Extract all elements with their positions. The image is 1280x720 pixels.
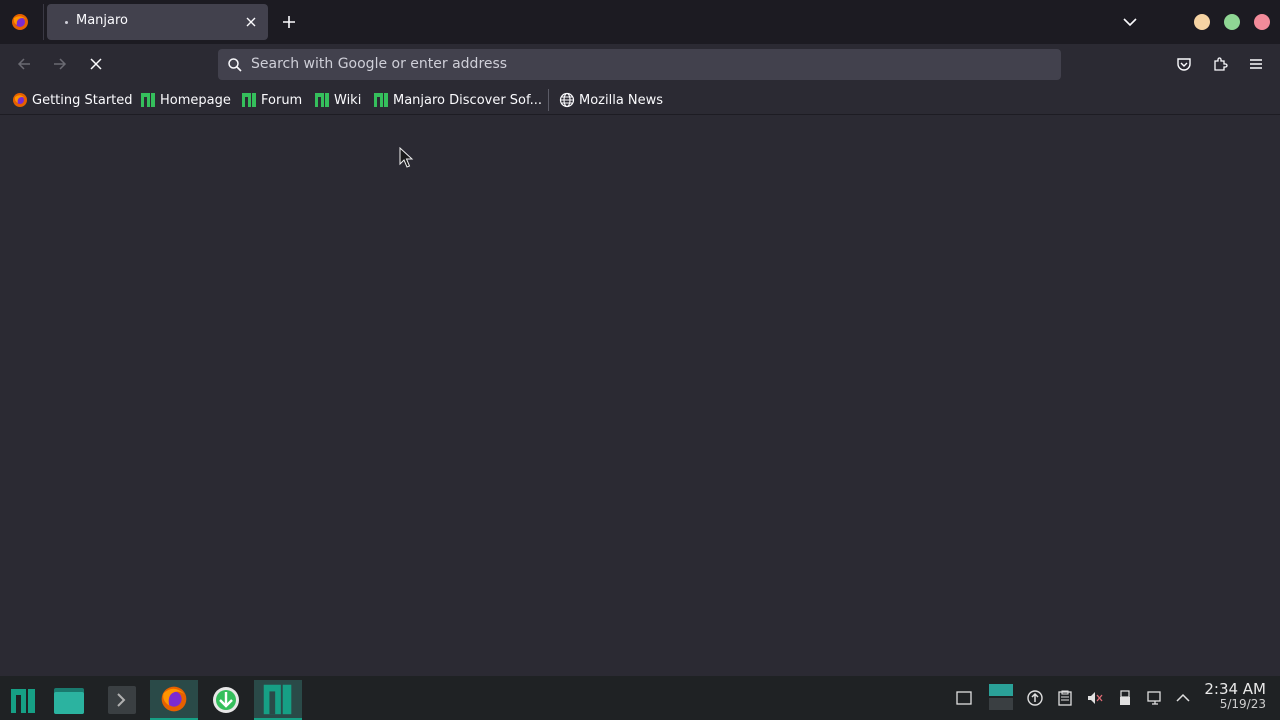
bookmark-label: Forum (261, 92, 303, 108)
terminal-icon[interactable] (98, 680, 146, 720)
stop-loading-icon[interactable] (88, 56, 104, 72)
bookmark-label: Mozilla News (579, 92, 664, 108)
bookmarks-toolbar: Getting Started Homepage Forum Wiki Manj… (0, 84, 1280, 115)
network-icon[interactable] (1146, 689, 1164, 707)
manjaro-icon (315, 93, 329, 107)
manjaro-menu-icon[interactable] (0, 680, 48, 720)
bookmark-mozilla-news[interactable]: Mozilla News (559, 90, 663, 110)
clock[interactable]: 2:34 AM 5/19/23 (1204, 681, 1266, 711)
pocket-icon[interactable] (1176, 56, 1192, 72)
search-icon (228, 58, 242, 72)
nav-toolbar: Search with Google or enter address (0, 44, 1280, 84)
firefox-icon[interactable] (150, 680, 198, 720)
clock-date: 5/19/23 (1219, 697, 1266, 711)
manjaro-icon (374, 93, 388, 107)
url-bar[interactable]: Search with Google or enter address (218, 49, 1061, 80)
usb-device-icon[interactable] (1116, 689, 1134, 707)
clock-time: 2:34 AM (1204, 680, 1266, 698)
extensions-icon[interactable] (1212, 56, 1228, 72)
bookmark-forum[interactable]: Forum (241, 90, 302, 110)
manjaro-hello-icon[interactable] (254, 680, 302, 720)
clipboard-icon[interactable] (1056, 689, 1074, 707)
minimize-button[interactable] (1194, 14, 1210, 30)
tab-strip: Manjaro (0, 0, 1280, 44)
maximize-button[interactable] (1224, 14, 1240, 30)
tab-manjaro[interactable]: Manjaro (47, 4, 268, 40)
manjaro-icon (141, 93, 155, 107)
downloader-icon[interactable] (202, 680, 250, 720)
chevron-up-icon[interactable] (1174, 689, 1192, 707)
mouse-cursor-icon (399, 147, 414, 168)
page-content (0, 115, 1280, 676)
tab-title: Manjaro (76, 13, 129, 28)
bookmark-label: Wiki (334, 92, 362, 108)
hamburger-menu-icon[interactable] (1248, 56, 1264, 72)
bookmark-label: Homepage (160, 92, 231, 108)
loading-dot-icon (65, 21, 68, 24)
bookmark-getting-started[interactable]: Getting Started (12, 90, 133, 110)
bookmark-manjaro-discover[interactable]: Manjaro Discover Sof... (373, 90, 542, 110)
bookmark-separator (548, 89, 549, 111)
manjaro-icon (242, 93, 256, 107)
close-tab-icon[interactable] (243, 14, 259, 30)
tab-separator (43, 4, 44, 40)
bookmark-homepage[interactable]: Homepage (140, 90, 231, 110)
updates-icon[interactable] (1026, 689, 1044, 707)
back-icon[interactable] (16, 56, 32, 72)
bookmark-label: Getting Started (32, 92, 133, 108)
firefox-icon (13, 93, 27, 107)
bookmark-label: Manjaro Discover Sof... (393, 92, 543, 108)
new-tab-icon[interactable] (280, 13, 298, 31)
forward-icon[interactable] (52, 56, 68, 72)
taskbar: 2:34 AM 5/19/23 (0, 676, 1280, 720)
files-icon[interactable] (46, 680, 94, 720)
chevron-down-icon[interactable] (1121, 14, 1139, 30)
bookmark-wiki[interactable]: Wiki (314, 90, 361, 110)
show-desktop-icon[interactable] (955, 689, 973, 707)
volume-muted-icon[interactable] (1086, 689, 1104, 707)
close-window-button[interactable] (1254, 14, 1270, 30)
globe-icon (559, 92, 575, 108)
firefox-icon[interactable] (10, 12, 30, 32)
workspace-pager-icon[interactable] (989, 684, 1013, 710)
url-input[interactable]: Search with Google or enter address (251, 56, 507, 72)
